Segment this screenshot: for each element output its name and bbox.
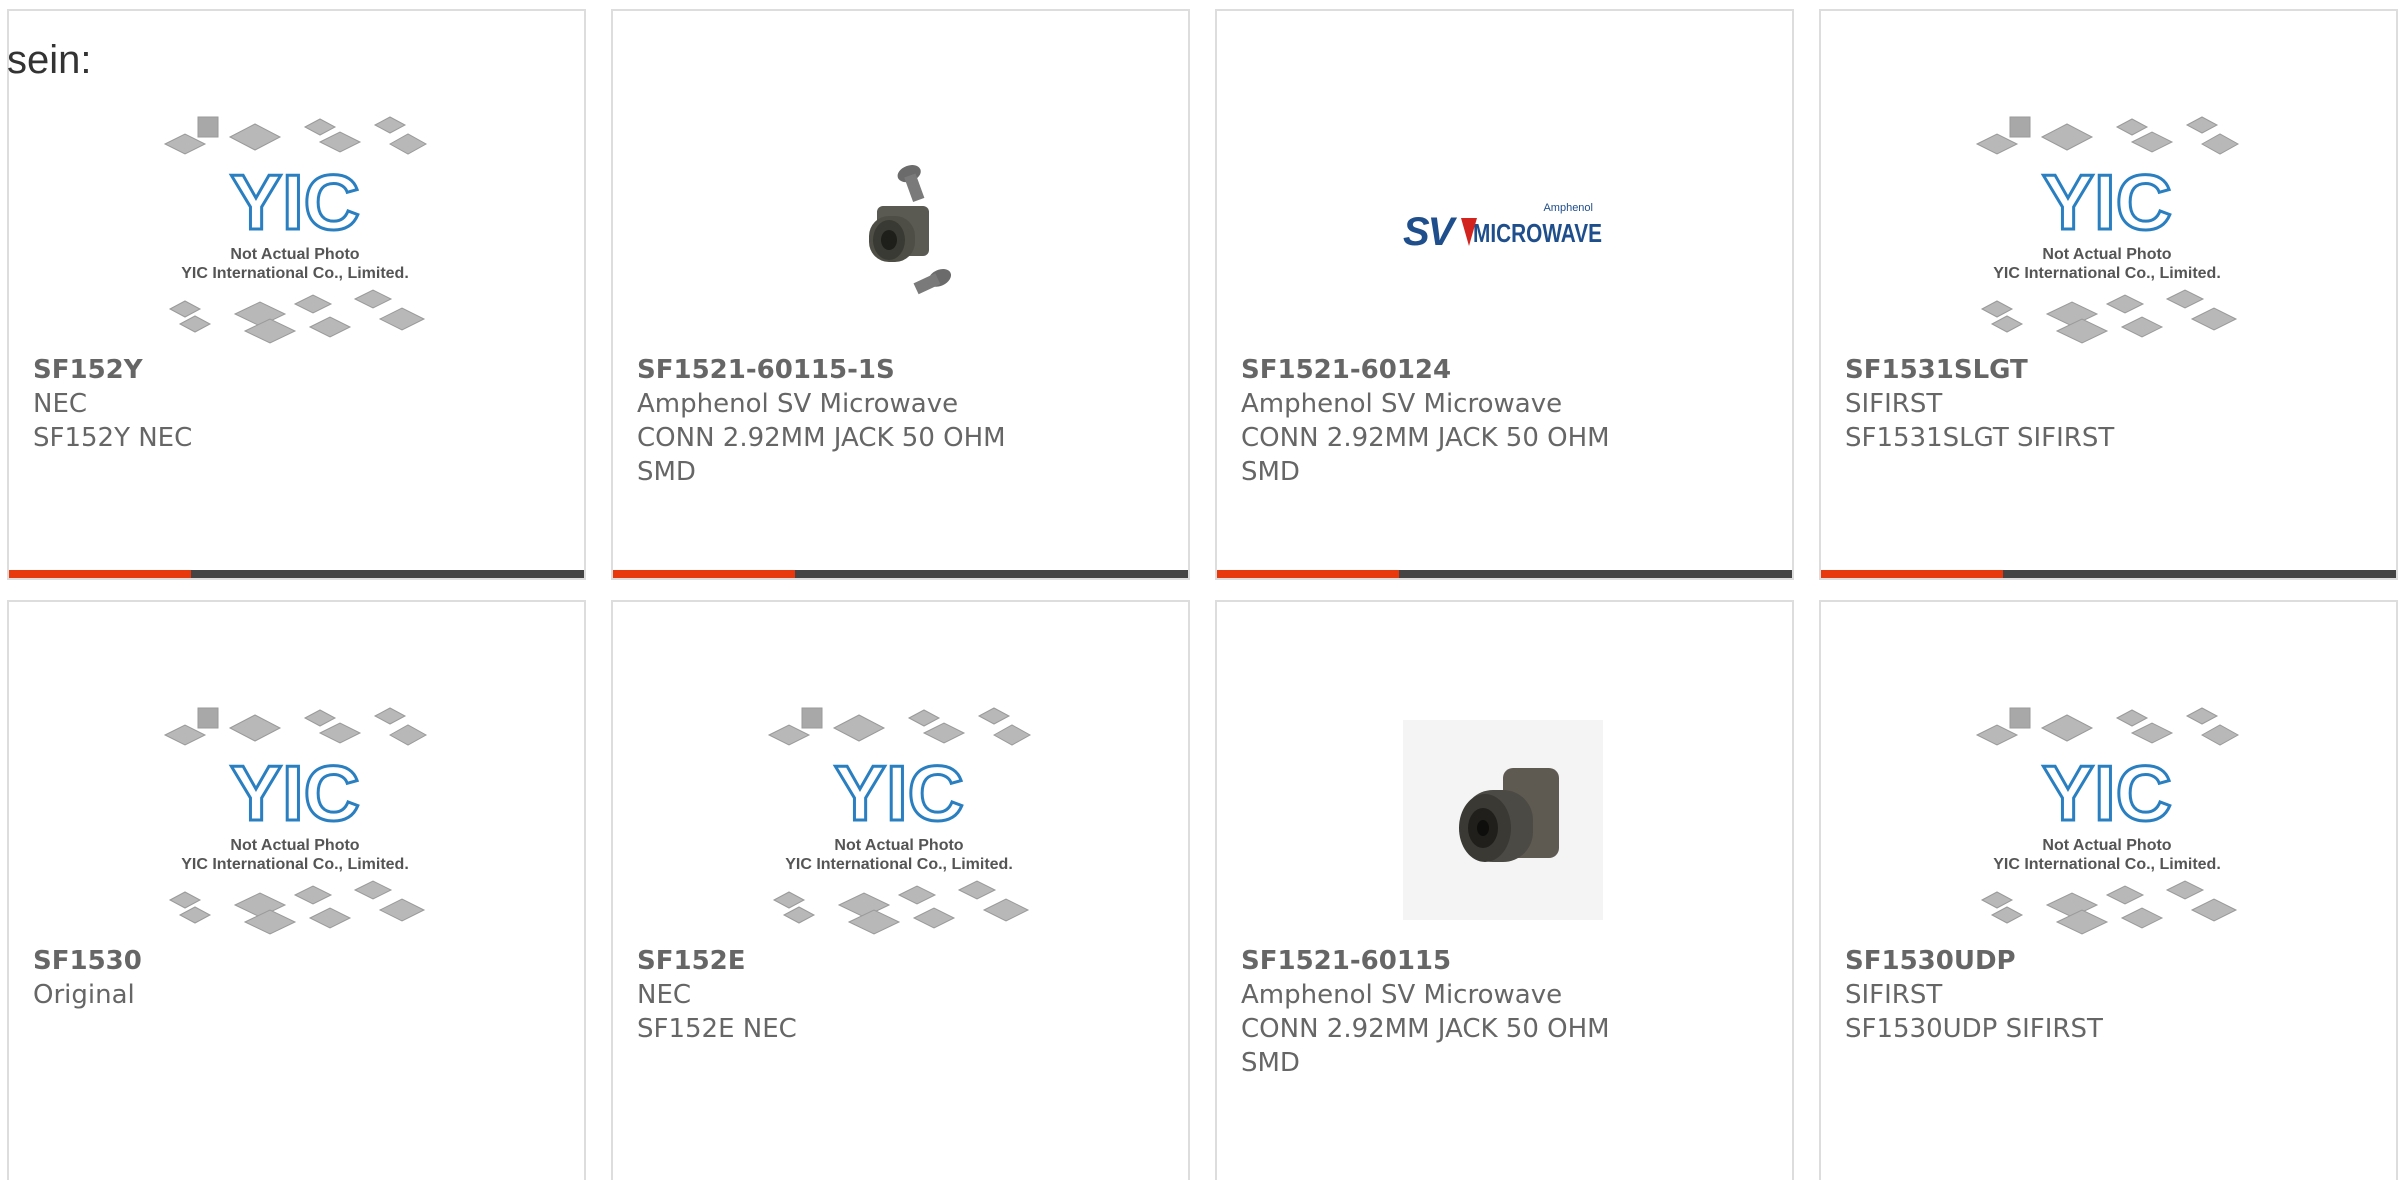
placeholder-line-1: Not Actual Photo (230, 837, 359, 854)
yic-logo-text: YIC (2042, 749, 2172, 837)
intro-text: sein: (7, 38, 92, 82)
card-accent-bar (9, 570, 191, 578)
placeholder-line-1: Not Actual Photo (230, 246, 359, 263)
not-actual-photo-placeholder: YIC Not Actual Photo YIC International C… (1969, 692, 2245, 947)
product-card[interactable]: SF1521-60115 Amphenol SV Microwave CONN … (1215, 600, 1794, 1180)
description: SF152Y NEC (33, 423, 193, 453)
product-card[interactable]: Amphenol SV MICROWAVE SF1521-60124 Amphe… (1215, 9, 1794, 580)
part-number-link[interactable]: SF1521-60124 (1241, 353, 1671, 387)
card-bottom-bar (1821, 570, 2396, 578)
part-number-link[interactable]: SF152E (637, 944, 1067, 978)
card-accent-bar (613, 570, 795, 578)
card-bottom-bar (9, 570, 584, 578)
placeholder-line-1: Not Actual Photo (2042, 246, 2171, 263)
product-card[interactable]: SF1521-60115-1S Amphenol SV Microwave CO… (611, 9, 1190, 580)
sv-logo-mark: SV (1403, 209, 1454, 254)
part-number-link[interactable]: SF1521-60115 (1241, 944, 1671, 978)
yic-logo-text: YIC (834, 749, 964, 837)
placeholder-line-2: YIC International Co., Limited. (181, 265, 409, 282)
manufacturer: SIFIRST (1845, 980, 1943, 1010)
part-number-link[interactable]: SF1531SLGT (1845, 353, 2275, 387)
description: SF152E NEC (637, 1014, 797, 1044)
card-accent-bar (1821, 570, 2003, 578)
yic-logo-text: YIC (230, 158, 360, 246)
card-bottom-bar (613, 570, 1188, 578)
manufacturer: NEC (637, 980, 692, 1010)
placeholder-line-2: YIC International Co., Limited. (785, 856, 1013, 873)
description: CONN 2.92MM JACK 50 OHM SMD (637, 423, 1006, 487)
card-bottom-bar (1217, 570, 1792, 578)
product-card[interactable]: YIC Not Actual Photo YIC International C… (1819, 600, 2398, 1180)
yic-logo-text: YIC (230, 749, 360, 837)
product-card[interactable]: YIC Not Actual Photo YIC International C… (1819, 9, 2398, 580)
placeholder-line-2: YIC International Co., Limited. (1993, 265, 2221, 282)
description: CONN 2.92MM JACK 50 OHM SMD (1241, 1014, 1610, 1078)
placeholder-line-2: YIC International Co., Limited. (181, 856, 409, 873)
placeholder-line-1: Not Actual Photo (834, 837, 963, 854)
manufacturer: Amphenol SV Microwave (637, 389, 959, 419)
connector-image (1365, 692, 1641, 947)
part-number-link[interactable]: SF152Y (33, 353, 463, 387)
manufacturer: SIFIRST (1845, 389, 1943, 419)
placeholder-line-1: Not Actual Photo (2042, 837, 2171, 854)
not-actual-photo-placeholder: YIC Not Actual Photo YIC International C… (1969, 101, 2245, 356)
manufacturer: NEC (33, 389, 88, 419)
connector-with-screws-image (761, 101, 1037, 356)
description: SF1530UDP SIFIRST (1845, 1014, 2103, 1044)
not-actual-photo-placeholder: YIC Not Actual Photo YIC International C… (761, 692, 1037, 947)
part-number-link[interactable]: SF1530UDP (1845, 944, 2275, 978)
part-number-link[interactable]: SF1530 (33, 944, 463, 978)
description: SF1531SLGT SIFIRST (1845, 423, 2115, 453)
placeholder-line-2: YIC International Co., Limited. (1993, 856, 2221, 873)
manufacturer: Original (33, 980, 135, 1010)
product-card[interactable]: YIC Not Actual Photo YIC International C… (611, 600, 1190, 1180)
sv-logo-small-text: Amphenol (1543, 201, 1593, 214)
not-actual-photo-placeholder: YIC Not Actual Photo YIC International C… (157, 692, 433, 947)
sv-microwave-logo-image: Amphenol SV MICROWAVE (1365, 101, 1641, 356)
manufacturer: Amphenol SV Microwave (1241, 389, 1563, 419)
not-actual-photo-placeholder: YIC Not Actual Photo YIC International C… (157, 101, 433, 356)
manufacturer: Amphenol SV Microwave (1241, 980, 1563, 1010)
sv-logo-word: MICROWAVE (1473, 217, 1603, 248)
product-card[interactable]: YIC Not Actual Photo YIC International C… (7, 600, 586, 1180)
yic-logo-text: YIC (2042, 158, 2172, 246)
description: CONN 2.92MM JACK 50 OHM SMD (1241, 423, 1610, 487)
card-accent-bar (1217, 570, 1399, 578)
product-card[interactable]: YIC Not Actual Photo YIC International C… (7, 9, 586, 580)
part-number-link[interactable]: SF1521-60115-1S (637, 353, 1067, 387)
